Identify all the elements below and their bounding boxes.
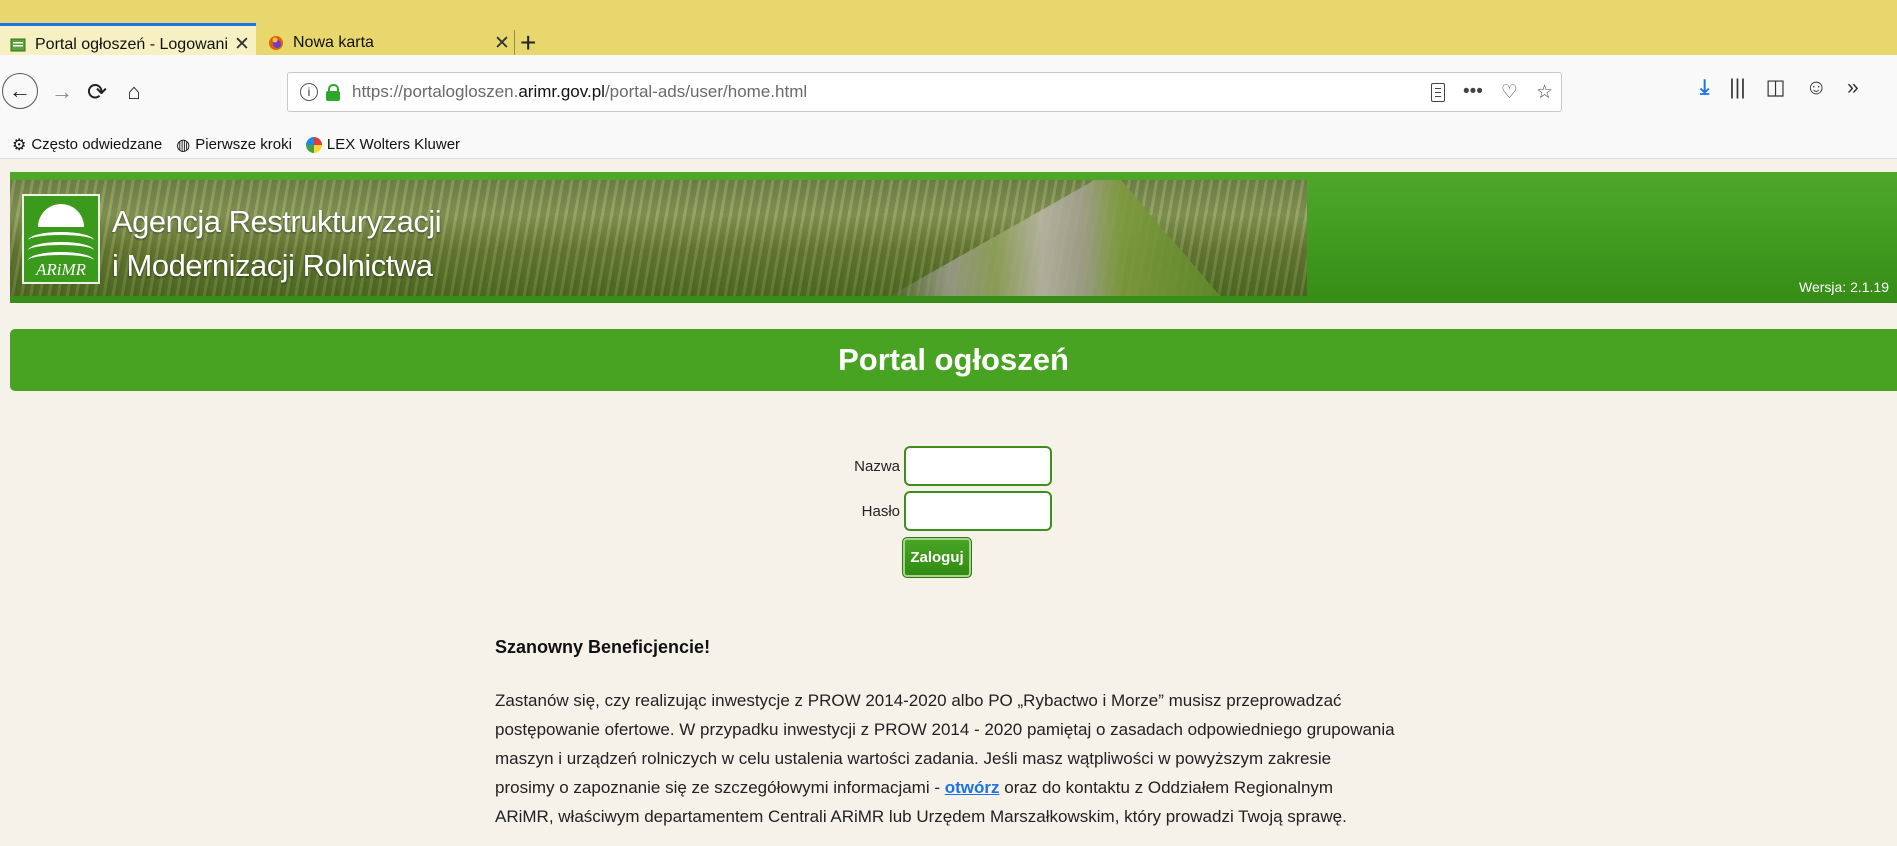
page-favicon-icon [10, 38, 26, 51]
address-bar[interactable]: i https://portalogloszen.arimr.gov.pl/po… [287, 72, 1562, 112]
back-button[interactable]: ← [2, 73, 38, 109]
reader-view-icon[interactable] [1430, 82, 1445, 102]
agency-name-line1: Agencja Restrukturyzacji [112, 204, 442, 239]
password-row: Hasło [852, 491, 1052, 531]
agency-name-line2: i Modernizacji Rolnictwa [112, 248, 433, 283]
close-tab-icon[interactable]: ✕ [228, 33, 256, 56]
library-icon[interactable]: ||| [1729, 76, 1745, 100]
site-info-icon[interactable]: i [300, 83, 318, 101]
version-label: Wersja: 2.1.19 [1798, 279, 1889, 295]
notice-body: Zastanów się, czy realizując inwestycje … [495, 686, 1395, 831]
download-icon[interactable]: ⤓ [1700, 76, 1709, 100]
login-button[interactable]: Zaloguj [902, 537, 972, 578]
globe-icon: ◍ [176, 136, 191, 154]
address-bar-actions: ••• ♡ ☆ [1430, 73, 1553, 111]
tab-title: Portal ogłoszeń - Logowanie [35, 35, 228, 53]
bookmark-lex-wolters-kluwer[interactable]: LEX Wolters Kluwer [305, 136, 461, 153]
bookmark-label: Często odwiedzane [31, 136, 163, 153]
pocket-icon[interactable]: ♡ [1501, 81, 1518, 104]
navigation-toolbar: ← → ⟳ ⌂ i https://portalogloszen.arimr.g… [0, 55, 1897, 131]
username-input[interactable] [904, 446, 1052, 486]
bookmark-star-icon[interactable]: ☆ [1536, 81, 1553, 104]
arimr-logo: ARiMR [22, 194, 100, 284]
sidebar-icon[interactable]: ◫ [1766, 75, 1786, 100]
home-button[interactable]: ⌂ [117, 75, 151, 109]
open-details-link[interactable]: otwórz [945, 778, 1000, 797]
account-icon[interactable]: ☺ [1806, 76, 1827, 100]
notice-heading: Szanowny Beneficjencie! [495, 637, 711, 657]
logo-sun [38, 204, 84, 227]
bookmarks-toolbar: ⚙ Często odwiedzane ◍ Pierwsze kroki LEX… [0, 131, 1897, 159]
portal-title-bar: Portal ogłoszeń [10, 329, 1897, 391]
forward-button[interactable]: → [45, 75, 79, 109]
page-title: Portal ogłoszeń [838, 342, 1069, 377]
password-label: Hasło [861, 502, 900, 520]
password-input[interactable] [904, 491, 1052, 531]
firefox-icon [269, 36, 283, 50]
bookmark-pierwsze-kroki[interactable]: ◍ Pierwsze kroki [176, 135, 292, 155]
site-header: ARiMR Agencja Restrukturyzacji i Moderni… [10, 172, 1897, 303]
bookmark-czesto-odwiedzane[interactable]: ⚙ Często odwiedzane [12, 135, 162, 155]
page-actions-icon[interactable]: ••• [1463, 81, 1483, 103]
tab-title: Nowa karta [293, 34, 374, 51]
overflow-menu-icon[interactable]: » [1847, 76, 1859, 100]
gear-icon: ⚙ [12, 136, 27, 154]
toolbar-right: ⤓ ||| ◫ ☺ » [1700, 75, 1859, 100]
bookmark-label: Pierwsze kroki [195, 136, 292, 153]
close-tab-icon[interactable]: ✕ [488, 32, 516, 55]
username-row: Nazwa [852, 446, 1052, 486]
lex-icon [305, 136, 322, 153]
url-text[interactable]: https://portalogloszen.arimr.gov.pl/port… [352, 82, 807, 102]
lock-icon[interactable] [326, 84, 340, 101]
reload-button[interactable]: ⟳ [80, 75, 114, 109]
agency-name: Agencja Restrukturyzacji i Modernizacji … [112, 200, 442, 288]
bookmark-label: LEX Wolters Kluwer [326, 136, 461, 153]
tab-separator [514, 30, 515, 58]
logo-text: ARiMR [35, 260, 87, 279]
browser-tab-bar: Portal ogłoszeń - Logowanie ✕ Nowa karta… [0, 0, 1897, 63]
username-label: Nazwa [854, 457, 900, 475]
